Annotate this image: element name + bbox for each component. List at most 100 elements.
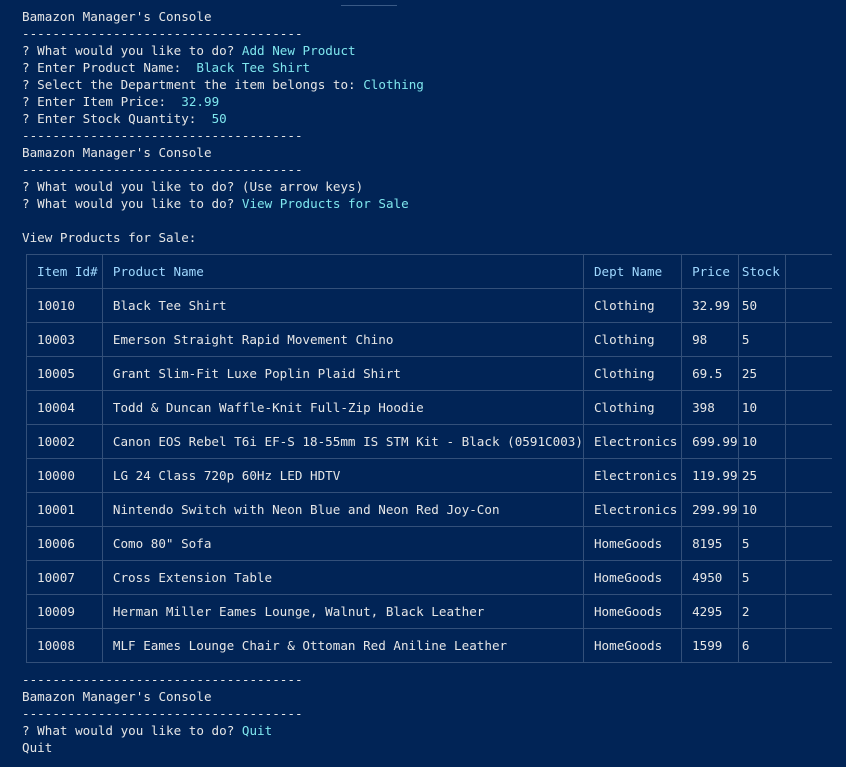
table-row: 10007 Cross Extension Table HomeGoods 4950 5 — [26, 560, 832, 595]
terminal-output: Bamazon Manager's Console --------------… — [22, 8, 846, 246]
cell-price: 32.99 — [681, 288, 739, 323]
cell-item-id: 10000 — [26, 458, 103, 493]
prompt-answer: Black Tee Shirt — [196, 60, 311, 75]
add-product-session: ? What would you like to do? Add New Pro… — [22, 42, 846, 127]
prompt-text: ? Enter Product Name: — [22, 60, 197, 75]
table-header-row: Item Id# Product Name Dept Name Price St… — [26, 254, 832, 289]
cell-empty — [785, 594, 832, 629]
cell-empty — [785, 356, 832, 391]
final-output: Quit — [22, 740, 53, 755]
cell-product-name: Todd & Duncan Waffle-Knit Full-Zip Hoodi… — [101, 390, 584, 425]
cell-stock: 6 — [737, 628, 786, 663]
cell-dept-name: Electronics — [582, 424, 682, 459]
cell-price: 699.99 — [681, 424, 739, 459]
prompt-answer: Quit — [241, 723, 273, 738]
cell-item-id: 10009 — [26, 594, 103, 629]
window-top-edge — [341, 5, 397, 6]
cell-stock: 25 — [737, 458, 786, 493]
separator: ------------------------------------- — [22, 128, 303, 143]
menu-prompt-line: ? What would you like to do? Quit — [22, 722, 303, 739]
separator: ------------------------------------- — [22, 162, 303, 177]
cell-item-id: 10006 — [26, 526, 103, 561]
cell-stock: 25 — [737, 356, 786, 391]
cell-item-id: 10005 — [26, 356, 103, 391]
table-row: 10010 Black Tee Shirt Clothing 32.99 50 — [26, 288, 832, 323]
cell-stock: 5 — [737, 560, 786, 595]
cell-dept-name: HomeGoods — [582, 526, 682, 561]
table-row: 10002 Canon EOS Rebel T6i EF-S 18-55mm IS… — [26, 424, 832, 459]
cell-empty — [785, 628, 832, 663]
cell-empty — [785, 526, 832, 561]
prompt-text: ? What would you like to do? — [22, 196, 242, 211]
cell-product-name: Nintendo Switch with Neon Blue and Neon … — [101, 492, 584, 527]
prompt-text: ? What would you like to do? — [22, 723, 242, 738]
prompt-line: ? Enter Item Price: 32.99 — [22, 93, 846, 110]
cell-product-name: Grant Slim-Fit Luxe Poplin Plaid Shirt — [101, 356, 584, 391]
cell-stock: 10 — [737, 390, 786, 425]
table-row: 10000 LG 24 Class 720p 60Hz LED HDTV Elect… — [26, 458, 832, 493]
prompt-text: ? Enter Stock Quantity: — [22, 111, 212, 126]
column-header-price: Price — [681, 254, 739, 289]
cell-stock: 10 — [737, 424, 786, 459]
terminal-output-bottom: ------------------------------------- Ba… — [22, 671, 303, 756]
cell-product-name: LG 24 Class 720p 60Hz LED HDTV — [101, 458, 584, 493]
cell-dept-name: Electronics — [582, 492, 682, 527]
cell-product-name: Herman Miller Eames Lounge, Walnut, Blac… — [101, 594, 584, 629]
cell-empty — [785, 458, 832, 493]
cell-item-id: 10001 — [26, 492, 103, 527]
cell-price: 398 — [681, 390, 739, 425]
cell-dept-name: Clothing — [582, 356, 682, 391]
console-title: Bamazon Manager's Console — [22, 689, 212, 704]
table-row: 10008 MLF Eames Lounge Chair & Ottoman Re… — [26, 628, 832, 663]
cell-product-name: Black Tee Shirt — [101, 288, 584, 323]
menu-prompt-line: ? What would you like to do? View Produc… — [22, 195, 846, 212]
cell-stock: 10 — [737, 492, 786, 527]
section-heading: View Products for Sale: — [22, 230, 197, 245]
cell-price: 1599 — [681, 628, 739, 663]
cell-empty — [785, 288, 832, 323]
separator: ------------------------------------- — [22, 26, 303, 41]
cell-price: 4950 — [681, 560, 739, 595]
prompt-line: ? What would you like to do? Add New Pro… — [22, 42, 846, 59]
prompt-answer: Add New Product — [241, 43, 356, 58]
cell-product-name: Canon EOS Rebel T6i EF-S 18-55mm IS STM … — [101, 424, 584, 459]
cell-price: 8195 — [681, 526, 739, 561]
products-table-container: Item Id# Product Name Dept Name Price St… — [26, 254, 832, 663]
prompt-answer: 32.99 — [181, 94, 220, 109]
cell-stock: 2 — [737, 594, 786, 629]
cell-product-name: MLF Eames Lounge Chair & Ottoman Red Ani… — [101, 628, 584, 663]
menu-prompt-line: ? What would you like to do? (Use arrow … — [22, 179, 364, 194]
column-header-stock: Stock — [737, 254, 786, 289]
prompt-line: ? Enter Stock Quantity: 50 — [22, 110, 846, 127]
cell-dept-name: Clothing — [582, 288, 682, 323]
products-table: Item Id# Product Name Dept Name Price St… — [26, 254, 832, 663]
prompt-text: ? Enter Item Price: — [22, 94, 182, 109]
column-header-item-id: Item Id# — [26, 254, 103, 289]
cell-dept-name: Clothing — [582, 322, 682, 357]
cell-stock: 5 — [737, 526, 786, 561]
cell-product-name: Cross Extension Table — [101, 560, 584, 595]
table-row: 10003 Emerson Straight Rapid Movement Chi… — [26, 322, 832, 357]
console-title: Bamazon Manager's Console — [22, 9, 212, 24]
column-header-dept-name: Dept Name — [582, 254, 682, 289]
cell-dept-name: Clothing — [582, 390, 682, 425]
table-row: 10006 Como 80" Sofa HomeGoods 8195 5 — [26, 526, 832, 561]
cell-dept-name: HomeGoods — [582, 628, 682, 663]
cell-empty — [785, 322, 832, 357]
cell-empty — [785, 560, 832, 595]
cell-dept-name: Electronics — [582, 458, 682, 493]
cell-price: 4295 — [681, 594, 739, 629]
cell-item-id: 10002 — [26, 424, 103, 459]
separator: ------------------------------------- — [22, 706, 303, 721]
table-row: 10009 Herman Miller Eames Lounge, Walnut,… — [26, 594, 832, 629]
table-body: 10010 Black Tee Shirt Clothing 32.99 50 10003… — [26, 288, 832, 663]
prompt-text: ? Select the Department the item belongs… — [22, 77, 364, 92]
table-row: 10005 Grant Slim-Fit Luxe Poplin Plaid Sh… — [26, 356, 832, 391]
cell-price: 98 — [681, 322, 739, 357]
cell-dept-name: HomeGoods — [582, 560, 682, 595]
cell-item-id: 10010 — [26, 288, 103, 323]
cell-stock: 50 — [737, 288, 786, 323]
cell-dept-name: HomeGoods — [582, 594, 682, 629]
prompt-line: ? Select the Department the item belongs… — [22, 76, 846, 93]
table-row: 10004 Todd & Duncan Waffle-Knit Full-Zip … — [26, 390, 832, 425]
